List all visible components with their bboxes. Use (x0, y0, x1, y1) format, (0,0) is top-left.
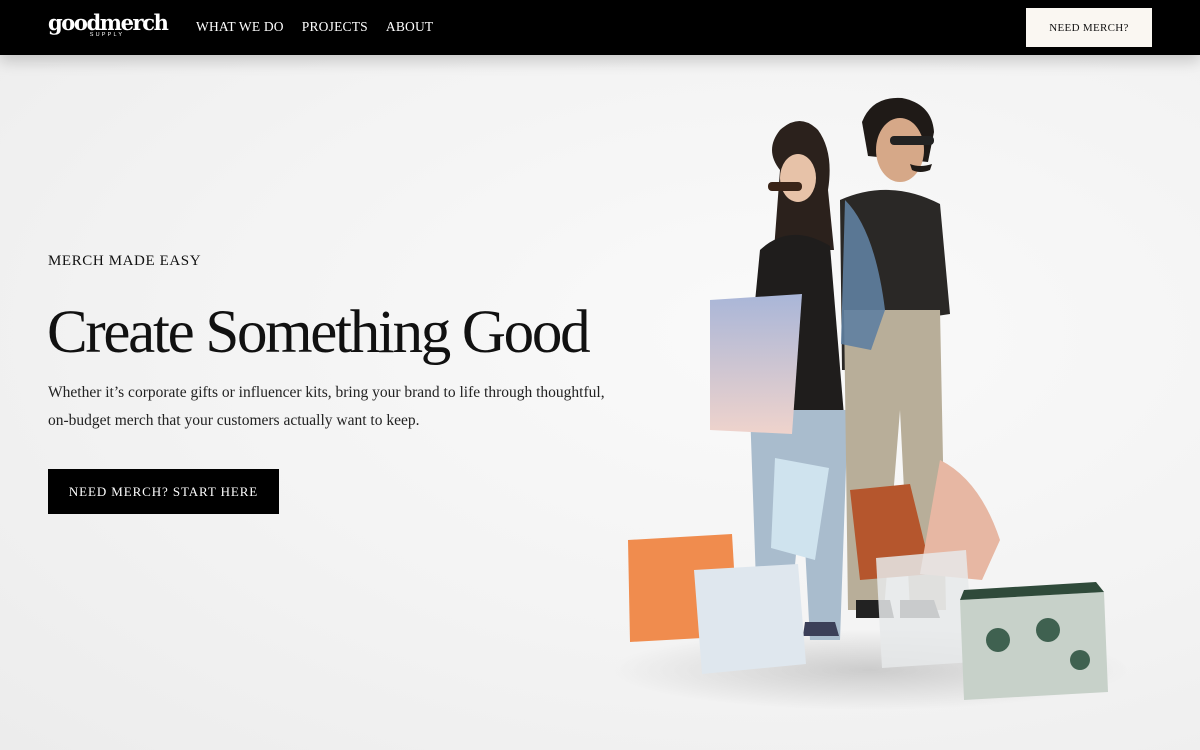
hero-photo (610, 97, 1130, 710)
nav-item-what-we-do[interactable]: WHAT WE DO (196, 19, 284, 35)
nav-item-about[interactable]: ABOUT (386, 19, 434, 35)
hero-description: Whether it’s corporate gifts or influenc… (48, 384, 605, 429)
logo[interactable]: goodmerch SUPPLY (48, 11, 169, 43)
site-header: goodmerch SUPPLY WHAT WE DO PROJECTS ABO… (0, 0, 1200, 55)
main-nav: WHAT WE DO PROJECTS ABOUT (196, 19, 433, 35)
hero-eyebrow: MERCH MADE EASY (48, 253, 202, 269)
start-here-button[interactable]: NEED MERCH? START HERE (48, 469, 279, 514)
nav-item-projects[interactable]: PROJECTS (302, 19, 368, 35)
hero-headline: Create Something Good (47, 299, 591, 366)
need-merch-button[interactable]: NEED MERCH? (1026, 8, 1152, 47)
